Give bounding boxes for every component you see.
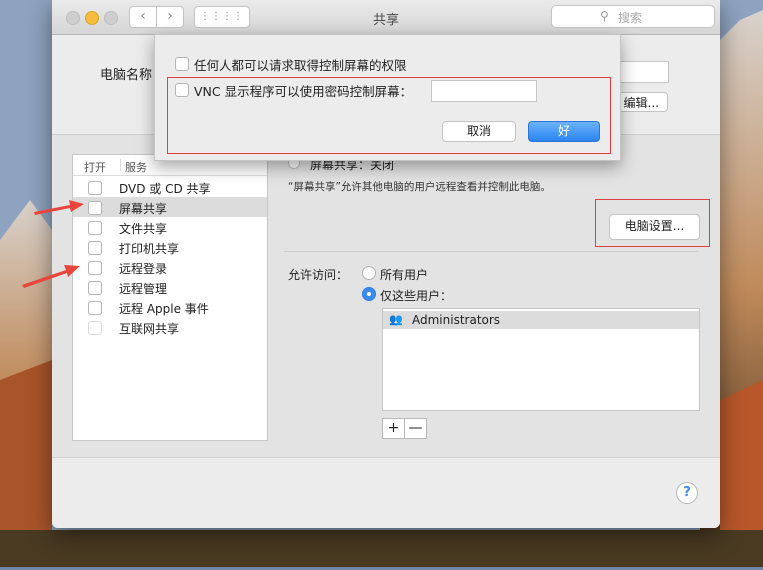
service-checkbox[interactable] <box>88 281 102 295</box>
service-checkbox[interactable] <box>88 181 102 195</box>
users-list: 👥 Administrators <box>382 308 700 411</box>
vnc-password-checkbox[interactable] <box>175 83 189 97</box>
radio-all-users[interactable] <box>362 266 376 280</box>
footer-area <box>52 457 720 528</box>
service-label: 打印机共享 <box>119 242 180 256</box>
service-checkbox[interactable] <box>88 301 102 315</box>
user-row[interactable]: 👥 Administrators <box>383 311 699 329</box>
column-header-on[interactable]: 打开 <box>84 159 106 175</box>
cancel-button[interactable]: 取消 <box>442 121 516 142</box>
allow-access-label: 允许访问： <box>288 268 349 282</box>
service-label: 屏幕共享 <box>119 202 168 216</box>
service-row-dvd[interactable]: DVD 或 CD 共享 <box>73 177 267 197</box>
service-row-screen-sharing[interactable]: 屏幕共享 <box>73 197 267 217</box>
computer-settings-button[interactable]: 电脑设置... <box>609 214 700 240</box>
service-checkbox[interactable] <box>88 321 102 335</box>
service-checkbox[interactable] <box>88 201 102 215</box>
service-row-remote-apple-events[interactable]: 远程 Apple 事件 <box>73 297 267 317</box>
column-header-service[interactable]: 服务 <box>120 159 147 174</box>
search-input[interactable]: ⚲ 搜索 <box>551 5 715 28</box>
service-row-remote-management[interactable]: 远程管理 <box>73 277 267 297</box>
service-checkbox[interactable] <box>88 241 102 255</box>
title-bar: ‹ › ⋮⋮⋮⋮ 共享 ⚲ 搜索 <box>52 0 720 35</box>
user-name: Administrators <box>412 313 501 327</box>
service-description: “屏幕共享”允许其他电脑的用户远程查看并控制此电脑。 <box>288 181 551 193</box>
service-label: 文件共享 <box>119 222 168 236</box>
anyone-request-label: 任何人都可以请求取得控制屏幕的权限 <box>194 58 407 73</box>
service-label: 互联网共享 <box>119 322 180 336</box>
search-icon: ⚲ <box>600 9 609 23</box>
service-row-remote-login[interactable]: 远程登录 <box>73 257 267 277</box>
service-row-internet-sharing[interactable]: 互联网共享 <box>73 317 267 337</box>
computer-name-label: 电脑名称 <box>100 68 153 83</box>
ok-button[interactable]: 好 <box>528 121 600 142</box>
anyone-request-checkbox[interactable] <box>175 57 189 71</box>
edit-button[interactable]: 编辑... <box>614 92 668 112</box>
search-placeholder: 搜索 <box>618 11 643 25</box>
service-label: 远程管理 <box>119 282 168 296</box>
service-label: 远程 Apple 事件 <box>119 302 209 316</box>
service-row-printer-sharing[interactable]: 打印机共享 <box>73 237 267 257</box>
vnc-password-field[interactable] <box>431 80 537 102</box>
radio-only-these-users[interactable] <box>362 287 376 301</box>
vnc-password-label: VNC 显示程序可以使用密码控制屏幕： <box>194 84 413 99</box>
service-checkbox[interactable] <box>88 261 102 275</box>
add-user-button[interactable]: + <box>382 418 405 439</box>
service-checkbox[interactable] <box>88 221 102 235</box>
service-row-file-sharing[interactable]: 文件共享 <box>73 217 267 237</box>
divider <box>284 251 698 252</box>
service-label: 远程登录 <box>119 262 168 276</box>
arrow-pointer-remote-login <box>22 265 80 288</box>
arrow-pointer-screen-sharing <box>34 200 84 215</box>
computer-name-field[interactable] <box>617 61 669 83</box>
group-icon: 👥 <box>389 313 403 326</box>
radio-all-users-label: 所有用户 <box>380 268 429 282</box>
services-list: 打开 服务 DVD 或 CD 共享 屏幕共享 文件共享 打印机共享 远程登录 远… <box>72 154 268 441</box>
radio-only-these-users-label: 仅这些用户： <box>380 289 453 303</box>
service-label: DVD 或 CD 共享 <box>119 182 211 196</box>
screen-sharing-settings-sheet: 任何人都可以请求取得控制屏幕的权限 VNC 显示程序可以使用密码控制屏幕： 取消… <box>154 34 621 161</box>
remove-user-button[interactable]: — <box>404 418 427 439</box>
help-button[interactable]: ? <box>676 482 698 504</box>
